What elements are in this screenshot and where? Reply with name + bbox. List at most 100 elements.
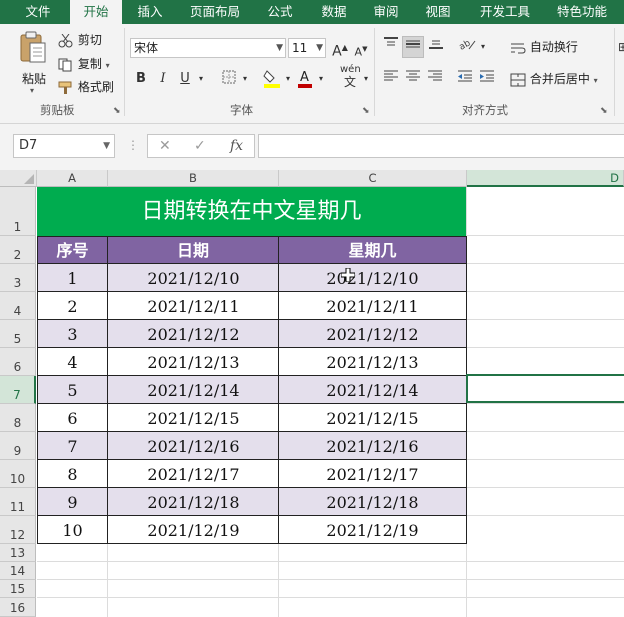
cell-weekday[interactable]: 2021/12/16 [279, 432, 466, 460]
cell-index[interactable]: 7 [37, 432, 108, 460]
column-header-b[interactable]: B [108, 170, 279, 187]
format-painter-button[interactable]: 格式刷 [58, 78, 114, 95]
tab-insert[interactable]: 插入 [124, 0, 176, 24]
chevron-down-icon[interactable]: ▾ [283, 70, 293, 88]
italic-button[interactable]: I [156, 70, 170, 88]
align-left-button[interactable] [382, 69, 400, 89]
cell-date[interactable]: 2021/12/18 [108, 488, 279, 516]
decrease-indent-button[interactable] [456, 69, 474, 89]
insert-function-icon[interactable]: fx [230, 138, 243, 154]
cell-index[interactable]: 5 [37, 376, 108, 404]
column-header-a[interactable]: A [37, 170, 108, 187]
paste-button[interactable]: 粘贴 ▾ [18, 30, 54, 95]
dialog-launcher-icon[interactable]: ⬊ [362, 106, 370, 116]
worksheet-grid[interactable]: A B C D 1 2 3 4 5 6 7 8 9 10 11 12 13 14… [0, 170, 624, 617]
align-bottom-button[interactable] [425, 36, 447, 58]
borders-button[interactable] [220, 70, 238, 90]
row-header-5[interactable]: 5 [0, 320, 36, 348]
cell-index[interactable]: 9 [37, 488, 108, 516]
increase-indent-button[interactable] [478, 69, 496, 89]
cell-date[interactable]: 2021/12/11 [108, 292, 279, 320]
row-header-2[interactable]: 2 [0, 236, 36, 264]
cell-weekday[interactable]: 2021/12/19 [279, 516, 466, 544]
chevron-down-icon[interactable]: ▾ [240, 70, 250, 88]
cell-weekday[interactable]: 2021/12/18 [279, 488, 466, 516]
cell-index[interactable]: 6 [37, 404, 108, 432]
enter-icon[interactable]: ✓ [194, 138, 206, 154]
shrink-font-button[interactable]: A▼ [354, 40, 368, 62]
cancel-icon[interactable]: ✕ [159, 138, 171, 154]
cell-index[interactable]: 8 [37, 460, 108, 488]
cell-date[interactable]: 2021/12/15 [108, 404, 279, 432]
align-middle-button[interactable] [402, 36, 424, 58]
dialog-launcher-icon[interactable]: ⬊ [113, 106, 121, 116]
bold-button[interactable]: B [134, 70, 148, 88]
tab-developer[interactable]: 开发工具 [470, 0, 540, 24]
row-header-4[interactable]: 4 [0, 292, 36, 320]
cell-date[interactable]: 2021/12/17 [108, 460, 279, 488]
tab-formulas[interactable]: 公式 [256, 0, 304, 24]
row-header-12[interactable]: 12 [0, 516, 36, 544]
row-header-13[interactable]: 13 [0, 544, 36, 562]
cell-weekday[interactable]: 2021/12/15 [279, 404, 466, 432]
cell-weekday[interactable]: 2021/12/11 [279, 292, 466, 320]
cell-date[interactable]: 2021/12/14 [108, 376, 279, 404]
active-cell-selection[interactable] [466, 374, 624, 403]
cell-weekday[interactable]: 2021/12/10 [279, 264, 466, 292]
underline-button[interactable]: U [178, 70, 192, 88]
cell-date[interactable]: 2021/12/16 [108, 432, 279, 460]
chevron-down-icon[interactable]: ▾ [196, 70, 206, 88]
cell-date[interactable]: 2021/12/13 [108, 348, 279, 376]
grow-font-button[interactable]: A▲ [332, 39, 348, 61]
row-header-14[interactable]: 14 [0, 562, 36, 580]
align-top-button[interactable] [380, 36, 402, 58]
chevron-down-icon[interactable]: ▾ [361, 70, 371, 88]
font-name-select[interactable]: 宋体 ▼ [130, 38, 286, 58]
row-header-16[interactable]: 16 [0, 598, 36, 617]
name-box[interactable]: D7 ▼ [13, 134, 115, 158]
cell-weekday[interactable]: 2021/12/13 [279, 348, 466, 376]
chevron-down-icon[interactable]: ▾ [316, 70, 326, 88]
column-header-c[interactable]: C [279, 170, 467, 187]
column-header-d[interactable]: D [467, 170, 624, 187]
align-right-button[interactable] [426, 69, 444, 89]
row-header-11[interactable]: 11 [0, 488, 36, 516]
cut-button[interactable]: 剪切 [58, 31, 102, 48]
tab-data[interactable]: 数据 [308, 0, 360, 24]
fill-color-button[interactable] [262, 68, 282, 94]
tab-view[interactable]: 视图 [412, 0, 464, 24]
align-center-button[interactable] [404, 69, 422, 89]
row-header-10[interactable]: 10 [0, 460, 36, 488]
row-header-9[interactable]: 9 [0, 432, 36, 460]
chevron-down-icon[interactable]: ▾ [478, 38, 488, 56]
merge-center-button[interactable]: 合并后居中 ▾ [510, 70, 598, 87]
cell-index[interactable]: 4 [37, 348, 108, 376]
row-header-7[interactable]: 7 [0, 376, 36, 404]
cell-index[interactable]: 1 [37, 264, 108, 292]
header-cell-date[interactable]: 日期 [107, 236, 279, 264]
row-header-6[interactable]: 6 [0, 348, 36, 376]
select-all-corner[interactable] [0, 170, 37, 187]
wrap-text-button[interactable]: 自动换行 [510, 38, 578, 55]
tab-review[interactable]: 审阅 [360, 0, 412, 24]
cell-weekday[interactable]: 2021/12/14 [279, 376, 466, 404]
formula-bar-grip-icon[interactable]: ⋮ [127, 138, 139, 152]
row-header-15[interactable]: 15 [0, 580, 36, 598]
row-header-1[interactable]: 1 [0, 187, 36, 236]
sheet-title-cell[interactable]: 日期转换在中文星期几 [37, 187, 466, 236]
header-cell-index[interactable]: 序号 [37, 236, 108, 264]
phonetic-guide-button[interactable]: wén 文 [340, 64, 361, 90]
row-header-3[interactable]: 3 [0, 264, 36, 292]
formula-input[interactable] [258, 134, 624, 158]
cell-date[interactable]: 2021/12/19 [108, 516, 279, 544]
tab-page-layout[interactable]: 页面布局 [180, 0, 250, 24]
dialog-launcher-icon[interactable]: ⬊ [600, 106, 608, 116]
orientation-button[interactable]: ab [456, 37, 478, 57]
cell-date[interactable]: 2021/12/12 [108, 320, 279, 348]
cell-weekday[interactable]: 2021/12/17 [279, 460, 466, 488]
tab-home[interactable]: 开始 [70, 0, 122, 24]
font-color-button[interactable]: A [296, 68, 314, 94]
header-cell-weekday[interactable]: 星期几 [278, 236, 467, 264]
cell-date[interactable]: 2021/12/10 [108, 264, 279, 292]
row-header-8[interactable]: 8 [0, 404, 36, 432]
